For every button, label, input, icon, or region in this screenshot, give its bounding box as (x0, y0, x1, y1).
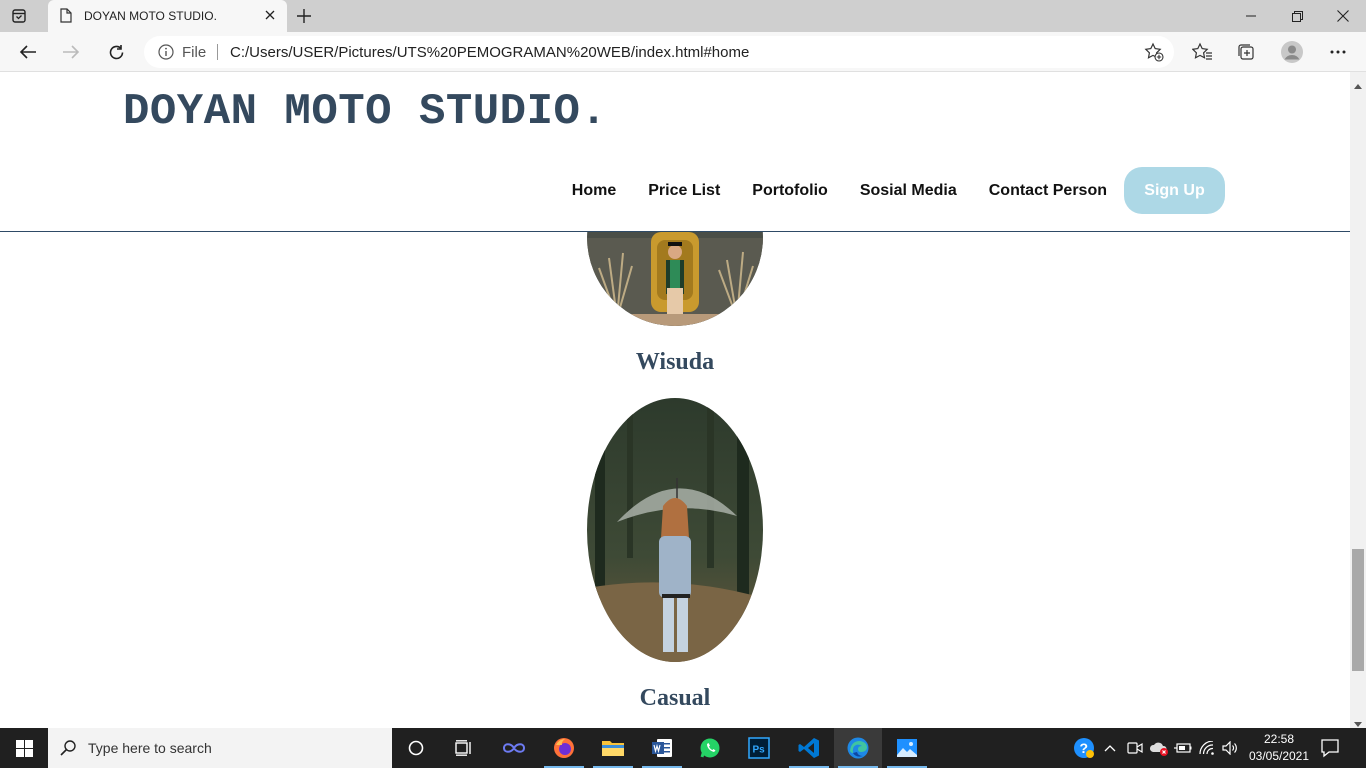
nav-contact-person[interactable]: Contact Person (989, 182, 1107, 200)
nav-price-list[interactable]: Price List (648, 182, 720, 200)
onedrive-error-icon[interactable] (1148, 728, 1170, 768)
url-text[interactable]: C:/Users/USER/Pictures/UTS%20PEMOGRAMAN%… (230, 44, 749, 61)
infinity-app-icon[interactable] (490, 728, 538, 768)
profile-avatar-icon[interactable] (1280, 40, 1304, 64)
word-icon[interactable] (638, 728, 686, 768)
task-view-icon[interactable] (440, 728, 488, 768)
whatsapp-icon[interactable] (686, 728, 734, 768)
photoshop-icon[interactable]: Ps (735, 728, 783, 768)
info-icon[interactable] (158, 44, 174, 65)
close-tab-icon[interactable] (262, 7, 278, 23)
browser-tab-bar: DOYAN MOTO STUDIO. (0, 0, 1366, 32)
caption-wisuda: Wisuda (635, 349, 715, 375)
scrollbar-thumb[interactable] (1352, 549, 1364, 671)
file-explorer-icon[interactable] (589, 728, 637, 768)
vscode-icon[interactable] (785, 728, 833, 768)
address-divider (217, 44, 218, 60)
site-header: DOYAN MOTO STUDIO. Home Price List Porto… (0, 72, 1350, 232)
site-logo[interactable]: DOYAN MOTO STUDIO. (123, 87, 607, 137)
close-window-icon[interactable] (1320, 0, 1366, 32)
battery-icon[interactable] (1172, 728, 1194, 768)
svg-text:Ps: Ps (753, 745, 766, 756)
volume-icon[interactable] (1219, 728, 1241, 768)
scheme-label: File (182, 44, 207, 61)
scroll-up-icon[interactable] (1354, 76, 1362, 94)
casual-photo (587, 398, 763, 662)
wifi-icon[interactable] (1196, 728, 1218, 768)
cortana-icon[interactable] (392, 728, 440, 768)
collections-icon[interactable] (1234, 40, 1258, 64)
photos-icon[interactable] (883, 728, 931, 768)
back-icon[interactable] (13, 37, 43, 67)
search-placeholder: Type here to search (88, 740, 212, 756)
tab-title: DOYAN MOTO STUDIO. (84, 9, 217, 23)
caption-casual: Casual (639, 685, 711, 711)
search-icon (60, 740, 76, 761)
minimize-icon[interactable] (1228, 0, 1274, 32)
browser-toolbar: File C:/Users/USER/Pictures/UTS%20PEMOGR… (0, 32, 1366, 72)
meet-now-icon[interactable] (1124, 728, 1146, 768)
nav-sosial-media[interactable]: Sosial Media (860, 182, 957, 200)
tab-actions-icon[interactable] (10, 7, 28, 25)
more-menu-icon[interactable] (1326, 40, 1350, 64)
forward-icon[interactable] (56, 37, 86, 67)
page-icon (60, 8, 72, 28)
browser-tab[interactable]: DOYAN MOTO STUDIO. (48, 0, 287, 32)
edge-icon[interactable] (834, 728, 882, 768)
clock-time: 22:58 (1263, 732, 1295, 746)
taskbar-search[interactable]: Type here to search (48, 728, 392, 768)
new-tab-icon[interactable] (294, 6, 314, 26)
chevron-up-icon[interactable] (1100, 728, 1120, 768)
nav-home[interactable]: Home (572, 182, 616, 200)
taskbar-clock[interactable]: 22:58 03/05/2021 (1244, 731, 1314, 765)
site-nav: Home Price List Portofolio Sosial Media … (572, 167, 1225, 214)
taskbar: Type here to search Ps ? 22:58 03/05/202… (0, 728, 1366, 768)
add-favorite-icon[interactable] (1144, 42, 1164, 67)
help-tray-icon[interactable]: ? (1070, 728, 1098, 768)
refresh-icon[interactable] (101, 37, 131, 67)
address-bar[interactable]: File C:/Users/USER/Pictures/UTS%20PEMOGR… (144, 36, 1174, 68)
page-viewport: DOYAN MOTO STUDIO. Home Price List Porto… (0, 72, 1350, 728)
firefox-icon[interactable] (540, 728, 588, 768)
windows-start-icon[interactable] (0, 728, 48, 768)
sign-up-button[interactable]: Sign Up (1124, 167, 1225, 214)
page-scrollbar[interactable] (1350, 72, 1366, 728)
favorites-icon[interactable] (1190, 40, 1214, 64)
clock-date: 03/05/2021 (1248, 749, 1310, 763)
nav-portofolio[interactable]: Portofolio (752, 182, 828, 200)
restore-icon[interactable] (1274, 0, 1320, 32)
notifications-icon[interactable] (1320, 738, 1340, 763)
